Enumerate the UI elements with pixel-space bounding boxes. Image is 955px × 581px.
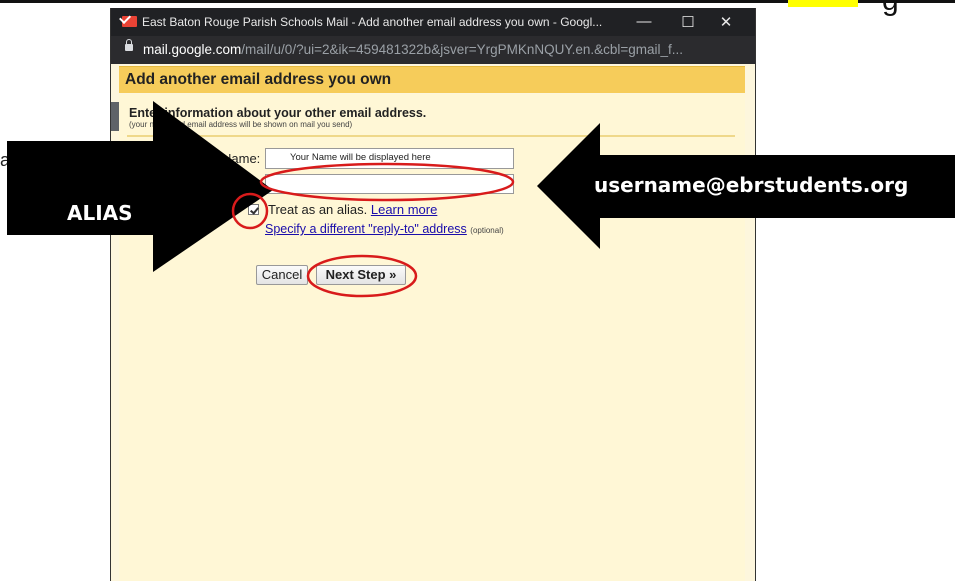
intro-heading: Enter information about your other email… <box>129 106 427 120</box>
lock-icon <box>125 39 133 51</box>
side-strip <box>111 102 119 131</box>
popup-window: East Baton Rouge Parish Schools Mail - A… <box>110 8 756 581</box>
url-text[interactable]: mail.google.com/mail/u/0/?ui=2&ik=459481… <box>143 42 683 57</box>
minimize-button[interactable]: — <box>634 13 654 30</box>
maximize-button[interactable]: ☐ <box>678 13 698 31</box>
name-label: Name: <box>222 151 261 166</box>
document-text-fragment: ark <box>0 150 26 170</box>
separator <box>127 135 735 137</box>
dialog-title: Add another email address you own <box>125 71 392 88</box>
window-title: East Baton Rouge Parish Schools Mail - A… <box>142 15 603 29</box>
reply-to-option: Specify a different "reply-to" address (… <box>265 222 504 236</box>
intro-subtext: (your name and email address will be sho… <box>129 120 353 129</box>
document-highlight <box>788 0 858 7</box>
close-button[interactable]: ✕ <box>716 13 736 31</box>
email-label: ail address: <box>184 177 251 192</box>
window-titlebar: East Baton Rouge Parish Schools Mail - A… <box>111 8 755 36</box>
gmail-icon <box>122 16 137 27</box>
alias-callout: ALIAS <box>7 185 187 243</box>
email-callout-text: username@ebrstudents.org <box>594 173 909 197</box>
next-step-button[interactable]: Next Step » <box>316 265 406 285</box>
email-callout: username@ebrstudents.org <box>554 155 955 218</box>
alias-callout-text: ALIAS <box>67 201 133 225</box>
reply-to-link[interactable]: Specify a different "reply-to" address <box>265 222 467 236</box>
learn-more-link[interactable]: Learn more <box>371 202 437 217</box>
name-input[interactable]: Your Name will be displayed here <box>265 148 514 169</box>
dialog-header: Add another email address you own <box>119 66 745 93</box>
document-text-fragment: g <box>882 0 899 17</box>
email-input[interactable] <box>265 174 514 194</box>
alias-checkbox[interactable] <box>248 204 259 215</box>
optional-note: (optional) <box>470 226 504 235</box>
address-bar[interactable]: mail.google.com/mail/u/0/?ui=2&ik=459481… <box>111 36 755 64</box>
alias-option: Treat as an alias. Learn more <box>268 202 437 217</box>
alias-label: Treat as an alias. <box>268 202 368 217</box>
cancel-button[interactable]: Cancel <box>256 265 308 285</box>
